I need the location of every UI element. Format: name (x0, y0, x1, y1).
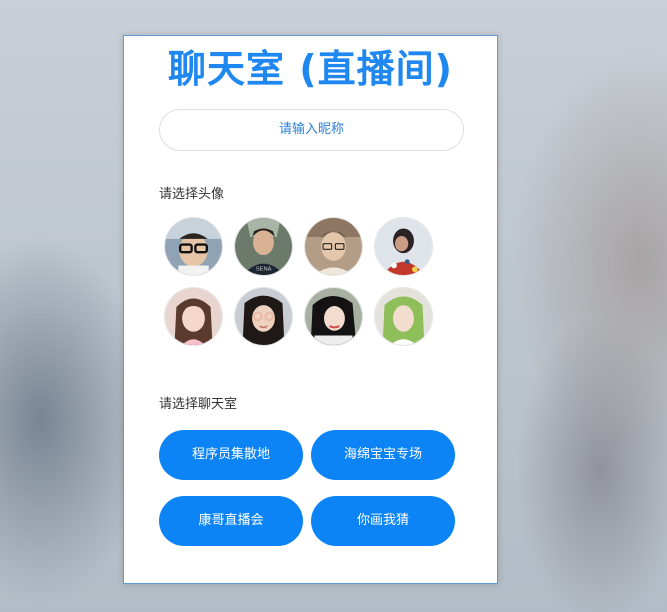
avatar-6-icon (235, 288, 292, 345)
room-button-1[interactable]: 程序员集散地 (159, 430, 303, 480)
avatar-7-icon (305, 288, 362, 345)
avatar-option-3[interactable] (304, 217, 363, 276)
room-button-3[interactable]: 康哥直播会 (159, 496, 303, 546)
room-button-4[interactable]: 你画我猜 (311, 496, 455, 546)
nickname-input[interactable]: 请输入昵称 (159, 109, 464, 151)
room-section-label: 请选择聊天室 (159, 397, 238, 412)
avatar-8-icon (375, 288, 432, 345)
avatar-5-icon (165, 288, 222, 345)
avatar-option-5[interactable] (164, 287, 223, 346)
avatar-1-icon (165, 218, 222, 275)
avatar-option-4[interactable] (374, 217, 433, 276)
avatar-option-7[interactable] (304, 287, 363, 346)
avatar-4-icon (375, 218, 432, 275)
login-card: 聊天室 (直播间) 请输入昵称 请选择头像 SENA 请选择聊天室 程序员集散地… (123, 35, 498, 584)
avatar-option-8[interactable] (374, 287, 433, 346)
svg-text:SENA: SENA (256, 266, 272, 272)
page-title: 聊天室 (直播间) (168, 47, 453, 91)
avatar-3-icon (305, 218, 362, 275)
avatar-option-2[interactable]: SENA (234, 217, 293, 276)
avatar-option-1[interactable] (164, 217, 223, 276)
room-button-2[interactable]: 海绵宝宝专场 (311, 430, 455, 480)
avatar-section-label: 请选择头像 (159, 187, 225, 202)
avatar-2-icon: SENA (235, 218, 292, 275)
avatar-option-6[interactable] (234, 287, 293, 346)
